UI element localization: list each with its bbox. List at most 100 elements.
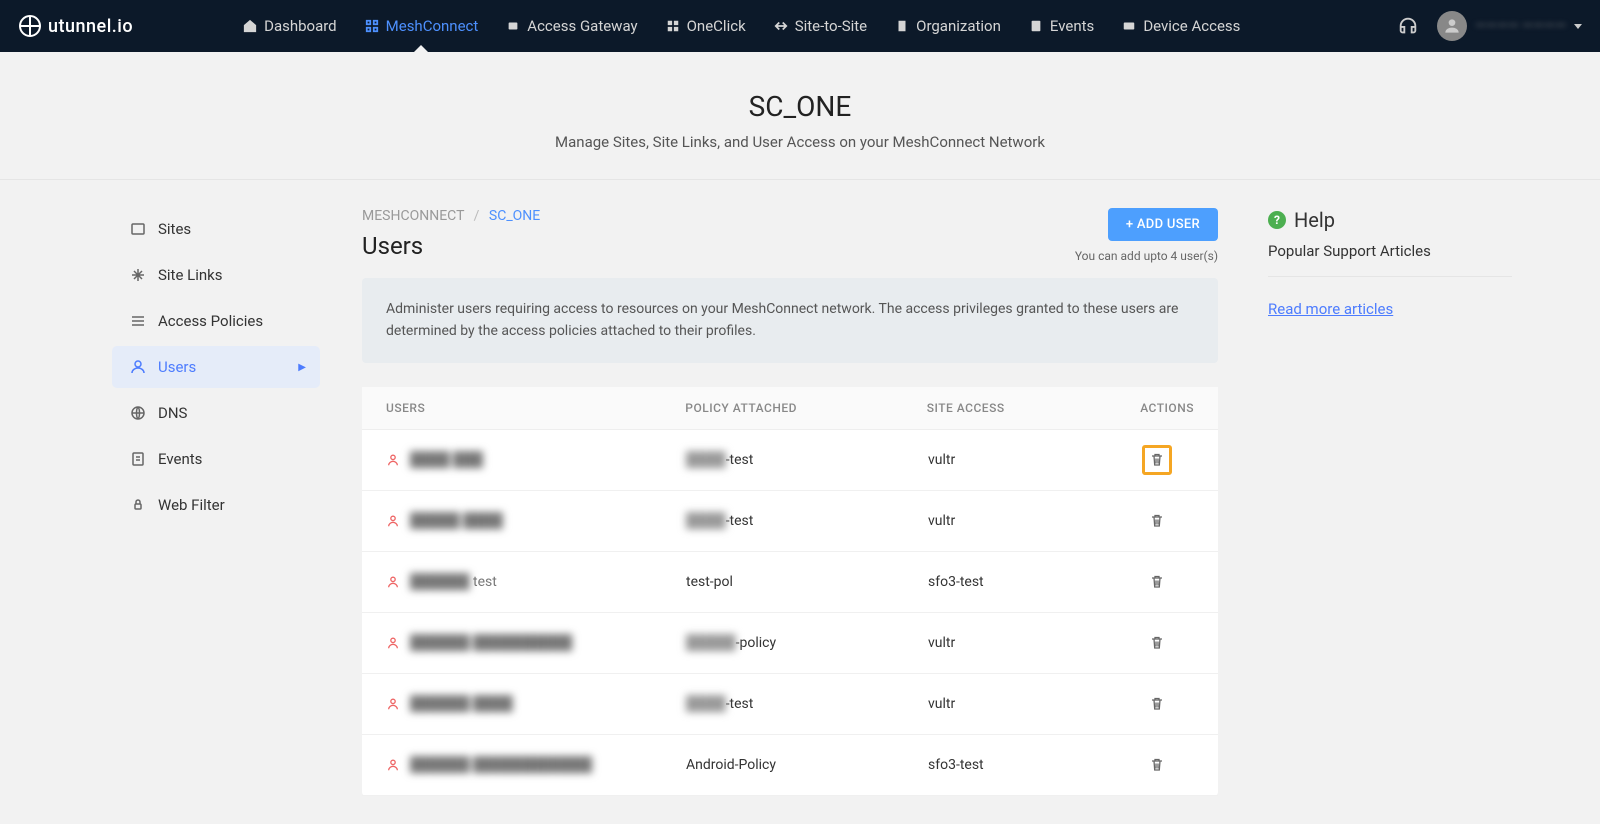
chevron-right-icon: ▶ [298, 362, 306, 373]
support-icon[interactable] [1397, 15, 1419, 37]
nav-oneclick[interactable]: OneClick [666, 1, 746, 51]
breadcrumb-row: MESHCONNECT / SC_ONE Users + ADD USER Yo… [362, 208, 1218, 278]
policy-cell: █████-policy [686, 634, 928, 651]
nav-meshconnect[interactable]: MeshConnect [365, 1, 479, 51]
sidebar-item-label: Access Policies [158, 312, 263, 330]
sidebar-item-access-policies[interactable]: Access Policies [112, 300, 320, 342]
delete-button[interactable] [1142, 689, 1172, 719]
user-icon [386, 514, 400, 528]
table-row: █████ ████ ████-testvultr [362, 491, 1218, 552]
sidebar-item-web-filter[interactable]: Web Filter [112, 484, 320, 526]
s2s-icon [774, 19, 788, 33]
username-text: ———— ———— [1475, 18, 1566, 34]
table-row: ██████ ████████-testvultr [362, 674, 1218, 735]
sidebar-item-label: Site Links [158, 266, 223, 284]
policy-cell: ████-test [686, 512, 928, 529]
nav-right: ———— ———— [1397, 11, 1582, 41]
page-subtitle: Manage Sites, Site Links, and User Acces… [0, 133, 1600, 151]
breadcrumb: MESHCONNECT / SC_ONE [362, 208, 540, 224]
col-actions: ACTIONS [1140, 401, 1194, 415]
top-nav: utunnel.io Dashboard MeshConnect Access … [0, 0, 1600, 52]
help-title-text: Help [1294, 208, 1335, 232]
home-icon [243, 19, 257, 33]
actions-cell [1142, 750, 1194, 780]
sidebar-item-dns[interactable]: DNS [112, 392, 320, 434]
nav-organization[interactable]: Organization [895, 1, 1001, 51]
page-title: SC_ONE [0, 90, 1600, 123]
content-area: Sites Site Links Access Policies Users ▶… [20, 180, 1580, 824]
brand-text: utunnel.io [48, 16, 133, 37]
avatar-icon [1437, 11, 1467, 41]
help-read-more-link[interactable]: Read more articles [1268, 300, 1393, 318]
gateway-icon [506, 19, 520, 33]
site-cell: sfo3-test [928, 757, 1142, 773]
sidebar-item-label: Sites [158, 220, 191, 238]
logo-icon [18, 14, 42, 38]
nav-events[interactable]: Events [1029, 1, 1094, 51]
sidebar-item-sites[interactable]: Sites [112, 208, 320, 250]
sidebar-item-events[interactable]: Events [112, 438, 320, 480]
nav-dashboard[interactable]: Dashboard [243, 1, 337, 51]
help-icon: ? [1268, 211, 1286, 229]
sidebar-item-label: DNS [158, 404, 187, 422]
sidebar-item-site-links[interactable]: Site Links [112, 254, 320, 296]
user-cell: ██████ test [386, 573, 686, 590]
sites-icon [130, 221, 146, 237]
nav-label: MeshConnect [386, 17, 479, 35]
delete-button[interactable] [1142, 628, 1172, 658]
user-menu[interactable]: ———— ———— [1437, 11, 1582, 41]
actions-cell [1142, 689, 1194, 719]
main-panel: MESHCONNECT / SC_ONE Users + ADD USER Yo… [330, 208, 1250, 796]
nav-site-to-site[interactable]: Site-to-Site [774, 1, 867, 51]
user-icon [386, 575, 400, 589]
breadcrumb-root[interactable]: MESHCONNECT [362, 208, 464, 224]
policy-cell: Android-Policy [686, 757, 928, 773]
user-name: █████ ████ [410, 512, 503, 529]
quota-text: You can add upto 4 user(s) [1075, 249, 1218, 263]
add-user-area: + ADD USER You can add upto 4 user(s) [1075, 208, 1218, 263]
oneclick-icon [666, 19, 680, 33]
events-side-icon [130, 451, 146, 467]
delete-button[interactable] [1142, 567, 1172, 597]
user-icon [386, 697, 400, 711]
org-icon [895, 19, 909, 33]
add-user-button[interactable]: + ADD USER [1108, 208, 1218, 241]
section-title: Users [362, 232, 540, 260]
nav-device-access[interactable]: Device Access [1122, 1, 1240, 51]
nav-items: Dashboard MeshConnect Access Gateway One… [243, 1, 1397, 51]
users-table: USERS POLICY ATTACHED SITE ACCESS ACTION… [362, 387, 1218, 796]
site-cell: vultr [928, 452, 1142, 468]
delete-button[interactable] [1142, 445, 1172, 475]
table-row: ██████ testtest-polsfo3-test [362, 552, 1218, 613]
device-icon [1122, 19, 1136, 33]
user-cell: ██████ ██████████ [386, 634, 686, 651]
site-cell: vultr [928, 635, 1142, 651]
policies-icon [130, 313, 146, 329]
col-site: SITE ACCESS [927, 401, 1140, 415]
brand-logo[interactable]: utunnel.io [18, 14, 133, 38]
breadcrumb-current: SC_ONE [489, 208, 540, 224]
user-name: ██████ ████ [410, 695, 513, 712]
policy-cell: ████-test [686, 451, 928, 468]
users-icon [130, 359, 146, 375]
nav-access-gateway[interactable]: Access Gateway [506, 1, 637, 51]
actions-cell [1142, 628, 1194, 658]
dns-icon [130, 405, 146, 421]
col-policy: POLICY ATTACHED [685, 401, 926, 415]
table-row: ██████ ███████████████-policyvultr [362, 613, 1218, 674]
site-cell: vultr [928, 513, 1142, 529]
policy-cell: ████-test [686, 695, 928, 712]
nav-label: Access Gateway [527, 17, 637, 35]
nav-label: Events [1050, 17, 1094, 35]
info-banner: Administer users requiring access to res… [362, 278, 1218, 363]
delete-button[interactable] [1142, 506, 1172, 536]
user-name: ██████ ████████████ [410, 756, 592, 773]
user-name: ████ ███ [410, 451, 483, 468]
sidebar-item-label: Users [158, 358, 196, 376]
mesh-icon [365, 19, 379, 33]
user-cell: ██████ ████ [386, 695, 686, 712]
user-icon [386, 636, 400, 650]
delete-button[interactable] [1142, 750, 1172, 780]
user-icon [386, 453, 400, 467]
sidebar-item-users[interactable]: Users ▶ [112, 346, 320, 388]
